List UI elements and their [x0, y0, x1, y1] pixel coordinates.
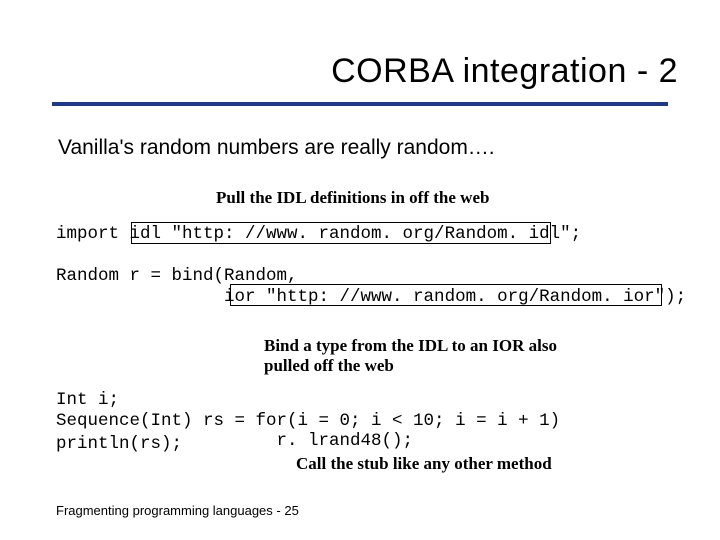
slide-title: CORBA integration - 2: [331, 52, 678, 91]
caption-pull-idl: Pull the IDL definitions in off the web: [216, 188, 489, 208]
code-println: println(rs);: [56, 434, 182, 455]
title-underline: [52, 102, 668, 106]
highlight-box-idl: [131, 222, 551, 244]
slide: CORBA integration - 2 Vanilla's random n…: [0, 0, 720, 540]
intro-text: Vanilla's random numbers are really rand…: [58, 136, 495, 160]
highlight-box-ior: [230, 284, 662, 306]
caption-bind-type: Bind a type from the IDL to an IOR also …: [264, 336, 564, 377]
slide-footer: Fragmenting programming languages - 25: [56, 503, 299, 518]
caption-call-stub: Call the stub like any other method: [296, 454, 552, 474]
